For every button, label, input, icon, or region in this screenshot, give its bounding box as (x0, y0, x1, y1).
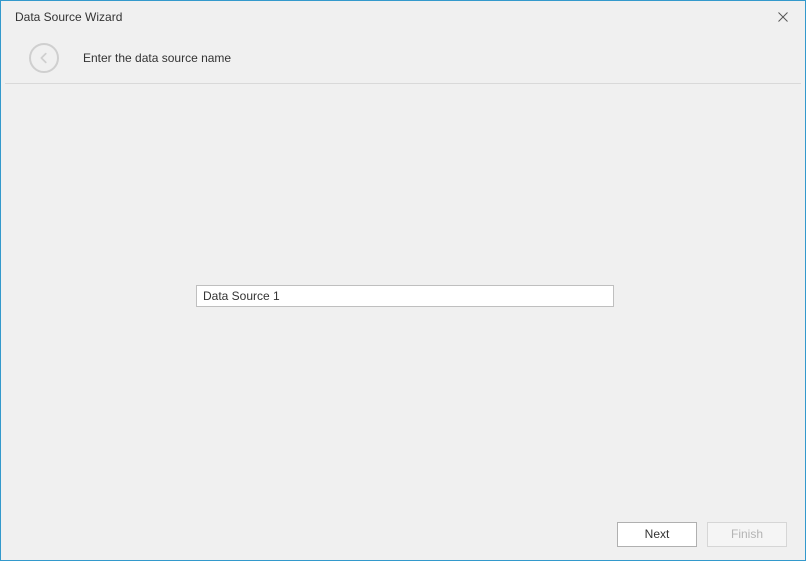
close-button[interactable] (773, 7, 793, 27)
finish-button: Finish (707, 522, 787, 547)
instruction-text: Enter the data source name (83, 51, 231, 65)
close-icon (778, 12, 788, 22)
window-title: Data Source Wizard (15, 10, 122, 24)
data-source-name-input[interactable] (196, 285, 614, 307)
back-button (29, 43, 59, 73)
wizard-window: Data Source Wizard Enter the data source… (0, 0, 806, 561)
next-button[interactable]: Next (617, 522, 697, 547)
wizard-header: Enter the data source name (1, 33, 805, 83)
wizard-footer: Next Finish (1, 508, 805, 560)
content-area (1, 84, 805, 508)
arrow-left-icon (37, 51, 51, 65)
titlebar: Data Source Wizard (1, 1, 805, 33)
